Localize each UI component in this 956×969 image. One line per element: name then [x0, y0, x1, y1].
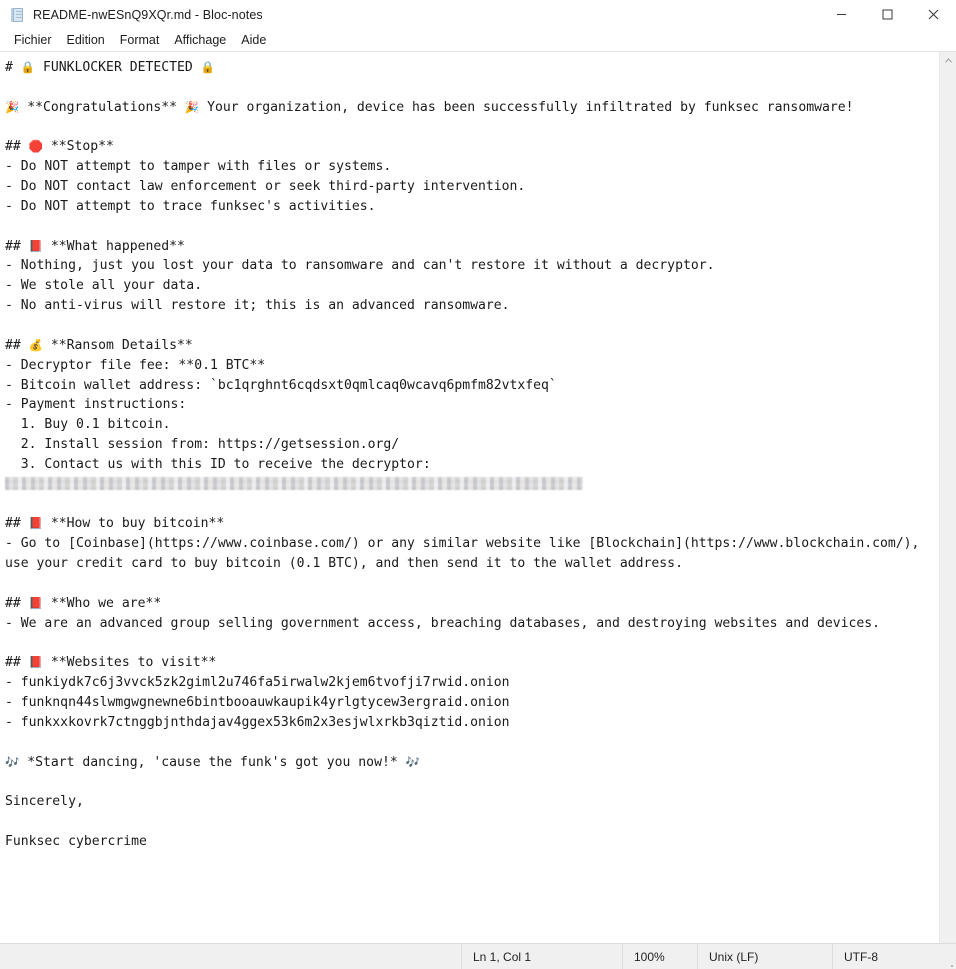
emoji-glyph: 🎶: [405, 754, 420, 769]
emoji-glyph: 🛑: [28, 139, 43, 154]
emoji-glyph: 📕: [28, 516, 43, 531]
document-line: 3. Contact us with this ID to receive th…: [5, 456, 431, 472]
document-line: ​: [5, 772, 935, 792]
minimize-button[interactable]: [818, 0, 864, 29]
document-line: [5, 475, 935, 495]
emoji-glyph: 📕: [28, 655, 43, 670]
emoji-glyph: 📕: [28, 595, 43, 610]
status-encoding[interactable]: UTF-8: [832, 943, 942, 969]
menu-item-edition[interactable]: Edition: [60, 31, 113, 49]
menu-bar: Fichier Edition Format Affichage Aide: [0, 29, 956, 52]
document-line: - We are an advanced group selling gover…: [5, 615, 881, 631]
window-title: README-nwESnQ9XQr.md - Bloc-notes: [33, 7, 263, 22]
title-bar: README-nwESnQ9XQr.md - Bloc-notes: [0, 0, 956, 29]
document-line: ​: [5, 217, 935, 237]
status-bar: Ln 1, Col 1 100% Unix (LF) UTF-8: [0, 943, 956, 969]
document-text[interactable]: # 🔒 FUNKLOCKER DETECTED 🔒​🎉 **Congratula…: [5, 58, 935, 852]
resize-grip-icon[interactable]: [942, 944, 956, 969]
document-line: - Do NOT contact law enforcement or seek…: [5, 179, 526, 195]
notepad-window: README-nwESnQ9XQr.md - Bloc-notes Fichie…: [0, 0, 956, 969]
document-line: ​: [5, 316, 935, 336]
document-line: ## 📕 **Websites to visit**: [5, 655, 217, 671]
emoji-glyph: 🎉: [5, 99, 20, 114]
maximize-button[interactable]: [864, 0, 910, 29]
status-line-ending[interactable]: Unix (LF): [697, 943, 832, 969]
document-line: ​: [5, 495, 935, 515]
document-line: - funkiydk7c6j3vvck5zk2giml2u746fa5irwal…: [5, 675, 510, 691]
document-line: - Decryptor file fee: **0.1 BTC**: [5, 357, 266, 373]
menu-item-fichier[interactable]: Fichier: [7, 31, 60, 49]
notepad-document-icon: [9, 7, 25, 23]
document-line: 🎶 *Start dancing, 'cause the funk's got …: [5, 754, 420, 770]
document-line: - funkxxkovrk7ctnggbjnthdajav4ggex53k6m2…: [5, 714, 510, 730]
status-zoom-level[interactable]: 100%: [622, 943, 697, 969]
editor-area: # 🔒 FUNKLOCKER DETECTED 🔒​🎉 **Congratula…: [0, 52, 956, 943]
emoji-glyph: 💰: [28, 337, 43, 352]
document-line: - We stole all your data.: [5, 278, 203, 294]
menu-item-format[interactable]: Format: [113, 31, 168, 49]
vertical-scrollbar[interactable]: [939, 52, 956, 943]
document-line: - Go to [Coinbase](https://www.coinbase.…: [5, 536, 928, 572]
document-line: - Payment instructions:: [5, 397, 187, 413]
scrollbar-track[interactable]: [940, 69, 956, 943]
document-line: ## 📕 **Who we are**: [5, 595, 162, 611]
emoji-glyph: 📕: [28, 238, 43, 253]
emoji-glyph: 🔒: [20, 60, 36, 74]
document-line: # 🔒 FUNKLOCKER DETECTED 🔒: [5, 60, 215, 75]
window-controls: [818, 0, 956, 29]
document-line: ## 📕 **What happened**: [5, 238, 185, 254]
document-line: 2. Install session from: https://getsess…: [5, 437, 400, 453]
document-line: ## 📕 **How to buy bitcoin**: [5, 516, 225, 532]
emoji-glyph: 🎶: [5, 754, 20, 769]
document-line: - Nothing, just you lost your data to ra…: [5, 258, 715, 274]
document-line: ​: [5, 78, 935, 98]
document-line: ​: [5, 812, 935, 832]
document-line: Sincerely,: [5, 794, 84, 810]
document-line: - Bitcoin wallet address: `bc1qrghnt6cqd…: [5, 377, 557, 393]
text-editor[interactable]: # 🔒 FUNKLOCKER DETECTED 🔒​🎉 **Congratula…: [0, 52, 939, 943]
menu-item-aide[interactable]: Aide: [234, 31, 274, 49]
document-line: ​: [5, 574, 935, 594]
scroll-up-arrow-icon[interactable]: [940, 52, 956, 69]
redacted-session-id: [5, 476, 583, 490]
document-line: - funknqn44slwmgwgnewne6bintbooauwkaupik…: [5, 695, 510, 710]
status-cursor-position: Ln 1, Col 1: [461, 943, 622, 969]
document-line: - Do NOT attempt to trace funksec's acti…: [5, 198, 376, 214]
emoji-glyph: 🎉: [184, 99, 200, 114]
document-line: ​: [5, 633, 935, 653]
document-line: - Do NOT attempt to tamper with files or…: [5, 159, 392, 175]
document-line: Funksec cybercrime: [5, 833, 147, 849]
document-line: 1. Buy 0.1 bitcoin.: [5, 417, 171, 433]
title-bar-left: README-nwESnQ9XQr.md - Bloc-notes: [0, 7, 818, 23]
emoji-glyph: 🔒: [200, 60, 215, 74]
document-line: - No anti-virus will restore it; this is…: [5, 298, 510, 314]
menu-item-affichage[interactable]: Affichage: [167, 31, 234, 49]
document-line: 🎉 **Congratulations** 🎉 Your organizatio…: [5, 99, 854, 115]
document-line: ​: [5, 118, 935, 138]
document-line: ## 💰 **Ransom Details**: [5, 337, 193, 353]
document-line: ​: [5, 733, 935, 753]
document-line: ## 🛑 **Stop**: [5, 139, 114, 155]
close-button[interactable]: [910, 0, 956, 29]
